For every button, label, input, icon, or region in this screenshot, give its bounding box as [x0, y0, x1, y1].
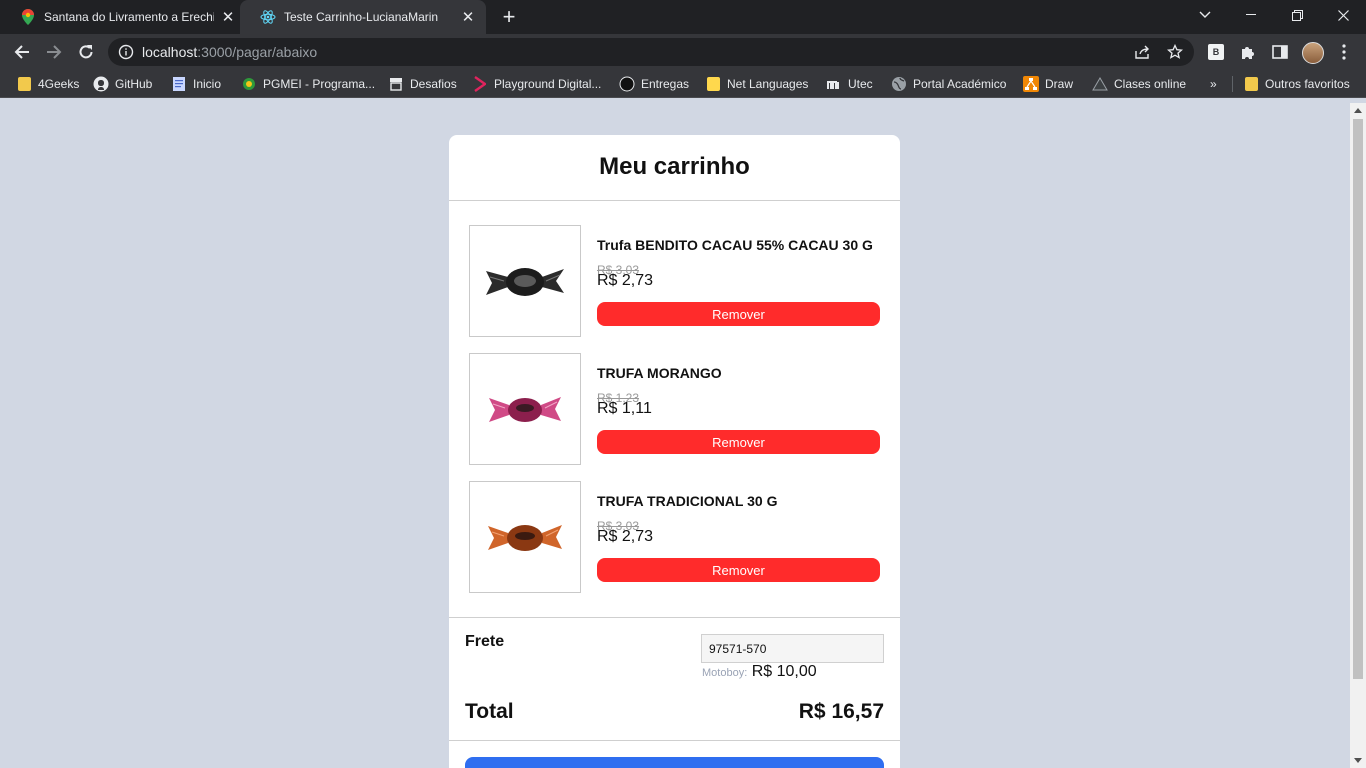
product-image: [469, 225, 581, 337]
bookmark-portal-academico[interactable]: Portal Académico: [891, 75, 1006, 93]
address-bar[interactable]: localhost:3000/pagar/abaixo: [108, 38, 1194, 66]
bookmark-pgmei[interactable]: PGMEI - Programa...: [241, 75, 375, 93]
store-icon: [388, 76, 404, 92]
folder-icon: [1243, 76, 1259, 92]
github-icon: [93, 76, 109, 92]
tab-maps[interactable]: Santana do Livramento a Erechim ✕: [0, 0, 246, 34]
bookmarks-overflow-icon[interactable]: »: [1210, 75, 1217, 93]
scroll-up-icon[interactable]: [1354, 108, 1362, 113]
back-icon[interactable]: [10, 40, 34, 64]
divider: [449, 740, 900, 741]
product-image: [469, 353, 581, 465]
bookmarks-divider: [1232, 76, 1233, 92]
bookmark-4geeks[interactable]: 4Geeks: [16, 75, 79, 93]
divider: [449, 200, 900, 201]
scroll-down-icon[interactable]: [1354, 758, 1362, 763]
bookmark-draw[interactable]: Draw: [1023, 75, 1073, 93]
shipping-method: Motoboy:: [702, 667, 748, 679]
triangle-icon: [1092, 76, 1108, 92]
page-title: Meu carrinho: [599, 153, 750, 180]
play-icon: [472, 76, 488, 92]
cart-item: TRUFA MORANGO R$ 1,23 R$ 1,11 Remover: [469, 353, 881, 465]
page-viewport: Meu carrinho Trufa BENDITO CACAU 55% CAC…: [0, 103, 1350, 768]
maps-pin-icon: [20, 9, 36, 25]
remove-button[interactable]: Remover: [597, 302, 880, 326]
remove-button[interactable]: Remover: [597, 430, 880, 454]
bookmark-utec[interactable]: Utec: [826, 75, 873, 93]
shipping-label: Frete: [465, 633, 505, 650]
browser-toolbar: localhost:3000/pagar/abaixo B: [0, 34, 1366, 70]
bookmark-desafios[interactable]: Desafios: [388, 75, 457, 93]
total-label: Total: [465, 700, 514, 723]
shipping-price: R$ 10,00: [751, 663, 817, 680]
extension-b-icon[interactable]: B: [1206, 42, 1226, 62]
checkout-button[interactable]: [465, 757, 884, 768]
folder-icon: [705, 76, 721, 92]
bookmark-playground[interactable]: Playground Digital...: [472, 75, 601, 93]
product-name: TRUFA MORANGO: [597, 365, 722, 381]
bookmark-clases-online[interactable]: Clases online: [1092, 75, 1186, 93]
page-icon: [171, 76, 187, 92]
bookmarks-bar: 4Geeks GitHub Inicio PGMEI - Programa...…: [0, 70, 1366, 98]
tab-title: Teste Carrinho-LucianaMarin: [284, 10, 439, 24]
circle-icon: [619, 76, 635, 92]
divider: [449, 617, 900, 618]
tab-title: Santana do Livramento a Erechim: [44, 10, 214, 24]
avatar[interactable]: [1302, 42, 1324, 64]
bookmark-entregas[interactable]: Entregas: [619, 75, 689, 93]
globe-icon: [891, 76, 907, 92]
info-icon[interactable]: [118, 44, 134, 60]
truffle-dark-image: [486, 268, 564, 296]
folder-icon: [16, 76, 32, 92]
product-price: R$ 2,73: [597, 528, 654, 545]
scroll-thumb[interactable]: [1353, 119, 1363, 679]
page-scrollbar[interactable]: [1350, 103, 1366, 768]
pgmei-icon: [241, 76, 257, 92]
reload-icon[interactable]: [74, 40, 98, 64]
product-name: Trufa BENDITO CACAU 55% CACAU 30 G: [597, 237, 873, 253]
truffle-strawberry-image: [489, 397, 561, 422]
cep-input[interactable]: 97571-570: [701, 634, 884, 663]
star-icon[interactable]: [1166, 43, 1184, 61]
truffle-traditional-image: [488, 525, 562, 551]
total-value: R$ 16,57: [798, 700, 884, 723]
share-icon[interactable]: [1134, 43, 1152, 61]
close-icon[interactable]: ✕: [220, 9, 236, 26]
remove-button[interactable]: Remover: [597, 558, 880, 582]
tab-strip: Santana do Livramento a Erechim ✕ Teste …: [0, 0, 1366, 34]
cart-item: Trufa BENDITO CACAU 55% CACAU 30 G R$ 3,…: [469, 225, 881, 337]
bookmark-other-favorites[interactable]: Outros favoritos: [1243, 75, 1350, 93]
utec-icon: [826, 76, 842, 92]
bookmark-github[interactable]: GitHub: [93, 75, 152, 93]
product-image: [469, 481, 581, 593]
url-text[interactable]: localhost:3000/pagar/abaixo: [142, 44, 317, 60]
tab-active[interactable]: Teste Carrinho-LucianaMarin ✕: [240, 0, 486, 34]
react-icon: [260, 9, 276, 25]
product-price: R$ 1,11: [597, 400, 652, 417]
side-panel-icon[interactable]: [1270, 42, 1290, 62]
new-tab-button[interactable]: +: [498, 6, 520, 29]
product-price: R$ 2,73: [597, 272, 654, 289]
close-window-icon[interactable]: [1320, 0, 1366, 30]
cart-card: Meu carrinho Trufa BENDITO CACAU 55% CAC…: [449, 135, 900, 768]
bookmark-inicio[interactable]: Inicio: [171, 75, 221, 93]
draw-icon: [1023, 76, 1039, 92]
bookmark-net-languages[interactable]: Net Languages: [705, 75, 808, 93]
minimize-icon[interactable]: [1228, 0, 1274, 30]
menu-dots-icon[interactable]: [1334, 42, 1354, 62]
close-icon[interactable]: ✕: [460, 9, 476, 26]
product-name: TRUFA TRADICIONAL 30 G: [597, 493, 778, 509]
forward-icon[interactable]: [42, 40, 66, 64]
tab-search-icon[interactable]: [1182, 0, 1228, 30]
cart-item: TRUFA TRADICIONAL 30 G R$ 3,03 R$ 2,73 R…: [469, 481, 881, 593]
shipping-option: Motoboy: R$ 10,00: [702, 663, 817, 681]
puzzle-icon[interactable]: [1238, 42, 1258, 62]
restore-icon[interactable]: [1274, 0, 1320, 30]
